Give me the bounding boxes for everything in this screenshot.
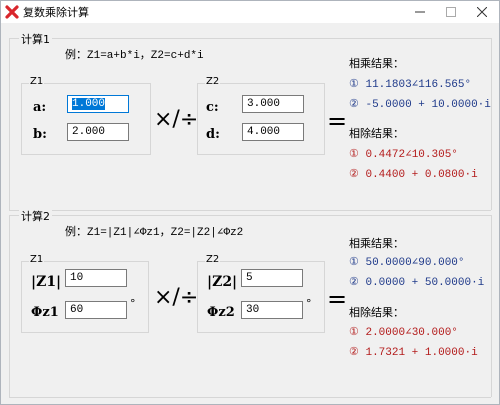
group1-left-border: [9, 38, 10, 210]
group1-bottom-border: [9, 210, 491, 211]
minimize-button[interactable]: [405, 1, 435, 23]
mod-z1-label: |Z1|: [31, 274, 62, 290]
d-label: d:: [206, 127, 220, 142]
section2-z2-label: Z2: [205, 254, 221, 265]
section1-div-result-2: ② 0.4400 + 0.0800·i: [349, 169, 478, 181]
section2-operator: ×/÷: [154, 285, 199, 310]
section2-div-result-2: ② 1.7321 + 1.0000·i: [349, 347, 478, 359]
section1-div-title: 相除结果：: [349, 127, 404, 140]
section1-operator: ×/÷: [154, 107, 199, 132]
group2-bottom-border: [9, 397, 491, 398]
a-input-value: 1.000: [72, 98, 106, 110]
section1-z1-box: [21, 83, 151, 155]
section1-example: 例：Z1=a+b*i，Z2=c+d*i: [65, 50, 204, 62]
section2-mul-title: 相乘结果：: [349, 237, 404, 250]
angle-z1-unit: °: [130, 297, 136, 310]
angle-z2-unit: °: [306, 297, 312, 310]
angle-z2-input[interactable]: 30: [241, 301, 303, 319]
angle-z2-label: Φz2: [207, 305, 235, 320]
angle-z1-label: Φz1: [31, 305, 59, 320]
mod-z2-label: |Z2|: [207, 274, 238, 290]
section1-z1-label: Z1: [29, 76, 45, 87]
section2-mul-result-2: ② 0.0000 + 50.0000·i: [349, 277, 485, 289]
angle-z1-input[interactable]: 60: [65, 301, 127, 319]
section1-equals: =: [327, 107, 348, 135]
client-area: 计算1 例：Z1=a+b*i，Z2=c+d*i Z1 a: 1.000 b: 2…: [1, 23, 499, 404]
window-title: 复数乘除计算: [23, 6, 89, 19]
b-input[interactable]: 2.000: [67, 123, 129, 141]
maximize-button[interactable]: [436, 1, 466, 23]
minimize-icon: [415, 11, 425, 13]
group2-left-border: [9, 215, 10, 397]
maximize-icon: [446, 7, 456, 17]
section1-mul-result-2: ② -5.0000 + 10.0000·i: [349, 99, 491, 111]
section2-mul-result-1: ① 50.0000∠90.000°: [349, 257, 465, 269]
group1-top-border: [9, 38, 491, 39]
b-label: b:: [33, 127, 47, 142]
c-input[interactable]: 3.000: [242, 95, 304, 113]
group1-title: 计算1: [19, 31, 52, 47]
close-icon: [477, 7, 487, 17]
app-window: 复数乘除计算 计算1 例：Z1=a+b*i，Z2=c+d*i Z1 a: 1.0…: [0, 0, 500, 405]
section2-equals: =: [327, 285, 348, 313]
d-input[interactable]: 4.000: [242, 123, 304, 141]
section1-mul-title: 相乘结果：: [349, 57, 404, 70]
group2-right-border: [491, 215, 492, 397]
group2-top-border: [9, 215, 491, 216]
a-label: a:: [33, 100, 47, 115]
close-button[interactable]: [467, 1, 497, 23]
mod-z1-input[interactable]: 10: [65, 269, 127, 287]
section1-div-result-1: ① 0.4472∠10.305°: [349, 149, 458, 161]
title-bar[interactable]: 复数乘除计算: [1, 1, 499, 23]
section2-div-result-1: ① 2.0000∠30.000°: [349, 327, 458, 339]
group2-title: 计算2: [19, 208, 52, 224]
mod-z2-input[interactable]: 5: [241, 269, 303, 287]
section1-z2-label: Z2: [205, 76, 221, 87]
section2-z1-label: Z1: [29, 254, 45, 265]
section2-example: 例：Z1=|Z1|∠Φz1，Z2=|Z2|∠Φz2: [65, 227, 244, 239]
section1-mul-result-1: ① 11.1803∠116.565°: [349, 79, 472, 91]
group1-right-border: [491, 38, 492, 210]
section2-div-title: 相除结果：: [349, 306, 404, 319]
section1-z2-box: [197, 83, 325, 155]
red-x-icon: [5, 5, 19, 19]
c-label: c:: [206, 100, 219, 115]
a-input[interactable]: 1.000: [67, 95, 129, 113]
